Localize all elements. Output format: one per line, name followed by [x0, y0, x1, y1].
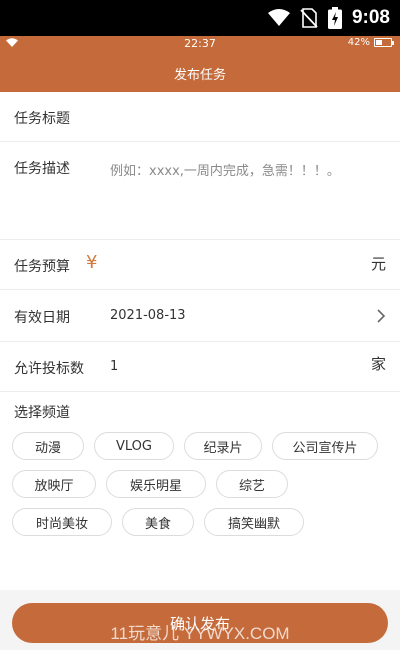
inner-clock: 22:37 [184, 37, 216, 50]
channel-chip-celebrities[interactable]: 娱乐明星 [106, 470, 206, 498]
channel-chip-food[interactable]: 美食 [122, 508, 194, 536]
chevron-right-icon [377, 309, 386, 323]
wifi-icon [267, 9, 290, 26]
system-status-icons: 9:08 [267, 0, 390, 36]
no-sim-icon [300, 8, 318, 28]
channel-chip-comedy[interactable]: 搞笑幽默 [204, 508, 304, 536]
yen-icon: ¥ [86, 252, 98, 273]
task-description-row[interactable]: 任务描述 例如：xxxx,一周内完成，急需！！！。 [0, 142, 400, 240]
confirm-publish-button[interactable]: 确认发布 [12, 603, 388, 643]
system-clock: 9:08 [351, 7, 390, 28]
battery-icon [374, 38, 394, 47]
task-budget-row[interactable]: 任务预算 ¥ 元 [0, 240, 400, 290]
budget-unit: 元 [370, 255, 386, 273]
channel-chip-screening[interactable]: 放映厅 [12, 470, 96, 498]
battery-indicator: 42% [347, 37, 394, 48]
valid-date-value: 2021-08-13 [110, 308, 186, 323]
system-status-bar: 9:08 [0, 0, 400, 36]
channel-chip-vlog[interactable]: VLOG [94, 432, 174, 460]
channel-chip-company-promo[interactable]: 公司宣传片 [272, 432, 378, 460]
bid-count-unit: 家 [370, 355, 386, 373]
bid-count-row[interactable]: 允许投标数 1 家 [0, 342, 400, 392]
bid-count-label: 允许投标数 [14, 361, 84, 377]
channel-chip-fashion-beauty[interactable]: 时尚美妆 [12, 508, 112, 536]
task-title-label: 任务标题 [14, 111, 70, 127]
channel-chip-variety[interactable]: 综艺 [216, 470, 288, 498]
channel-section-title: 选择频道 [14, 405, 70, 421]
inner-status-bar: 22:37 42% [0, 36, 400, 52]
bid-count-value[interactable]: 1 [110, 359, 118, 374]
channel-chip-list: 动漫 VLOG 纪录片 公司宣传片 放映厅 娱乐明星 综艺 时尚美妆 美食 搞笑… [12, 432, 392, 536]
valid-date-row[interactable]: 有效日期 2021-08-13 [0, 290, 400, 342]
task-budget-label: 任务预算 [14, 259, 70, 275]
battery-percent: 42% [347, 37, 370, 48]
task-description-label: 任务描述 [14, 161, 70, 177]
task-description-input[interactable]: 例如：xxxx,一周内完成，急需！！！。 [110, 160, 340, 179]
page-title: 发布任务 [173, 68, 226, 83]
app-header: 22:37 42% 发布任务 [0, 36, 400, 92]
channel-chip-anime[interactable]: 动漫 [12, 432, 84, 460]
channel-chip-documentary[interactable]: 纪录片 [184, 432, 262, 460]
valid-date-label: 有效日期 [14, 310, 70, 326]
task-title-row[interactable]: 任务标题 [0, 92, 400, 142]
battery-charging-icon [327, 7, 342, 29]
